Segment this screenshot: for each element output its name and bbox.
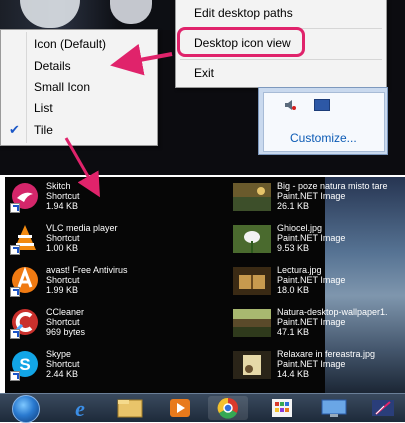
annotation-arrow	[64, 137, 100, 198]
annotation-arrow	[110, 43, 173, 76]
annotation-arrows	[64, 43, 173, 198]
